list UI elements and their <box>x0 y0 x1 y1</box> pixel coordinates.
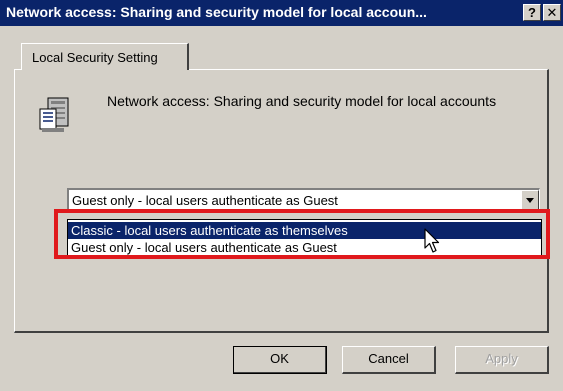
cancel-button[interactable]: Cancel <box>342 346 436 374</box>
apply-button[interactable]: Apply <box>455 346 549 374</box>
option-classic[interactable]: Classic - local users authenticate as th… <box>68 222 541 239</box>
ok-button[interactable]: OK <box>233 346 327 374</box>
tab-local-security-setting[interactable]: Local Security Setting <box>21 43 189 70</box>
mouse-pointer-icon <box>424 228 440 253</box>
window-title: Network access: Sharing and security mod… <box>6 4 427 20</box>
security-model-combobox[interactable]: Guest only - local users authenticate as… <box>67 188 540 212</box>
combobox-value: Guest only - local users authenticate as… <box>72 193 338 208</box>
title-bar: Network access: Sharing and security mod… <box>0 0 563 26</box>
chevron-down-icon[interactable] <box>521 190 539 210</box>
help-button[interactable]: ? <box>523 4 541 21</box>
dropdown-list: Classic - local users authenticate as th… <box>67 219 542 257</box>
close-button[interactable]: ✕ <box>543 4 561 21</box>
setting-description: Network access: Sharing and security mod… <box>107 93 497 109</box>
security-policy-icon <box>39 97 69 132</box>
option-guest-only[interactable]: Guest only - local users authenticate as… <box>68 239 541 256</box>
